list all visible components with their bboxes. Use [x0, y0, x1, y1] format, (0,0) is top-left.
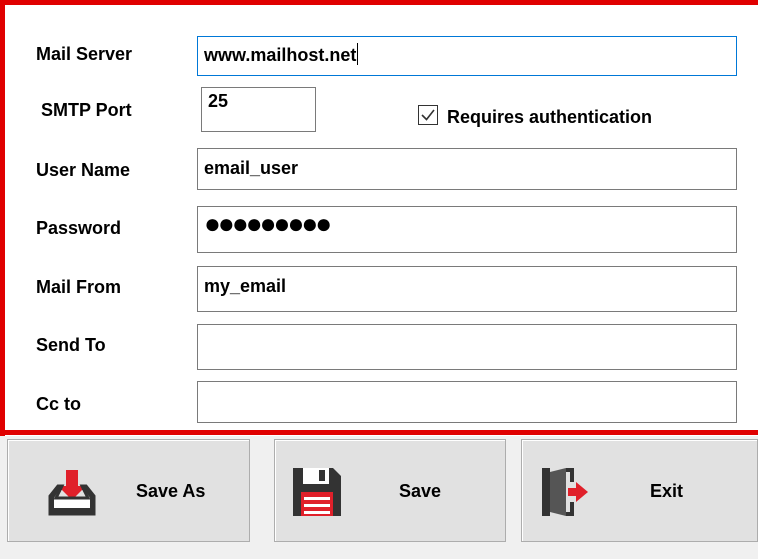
save-as-button[interactable]: Save As — [7, 439, 250, 542]
password-input[interactable]: ●●●●●●●●● — [197, 206, 737, 253]
requires-auth-label[interactable]: Requires authentication — [447, 106, 652, 128]
highlight-frame-bottom — [0, 430, 758, 435]
cc-to-input[interactable] — [197, 381, 737, 423]
save-label: Save — [399, 481, 442, 501]
exit-button[interactable]: Exit — [521, 439, 758, 542]
send-to-input[interactable] — [197, 324, 737, 370]
mail-server-value: www.mailhost.net — [204, 45, 357, 65]
mail-from-label: Mail From — [36, 277, 122, 297]
user-name-value: email_user — [204, 158, 299, 178]
save-as-label: Save As — [136, 481, 206, 501]
floppy-disk-icon — [293, 468, 341, 516]
smtp-port-value: 25 — [208, 91, 229, 111]
password-mask: ●●●●●●●●● — [204, 208, 332, 239]
highlight-frame-top — [0, 0, 758, 5]
smtp-port-label: SMTP Port — [41, 100, 132, 120]
cc-to-label: Cc to — [36, 394, 81, 414]
send-to-label: Send To — [36, 335, 106, 355]
checkmark-icon — [421, 109, 435, 121]
user-name-input[interactable]: email_user — [197, 148, 737, 190]
mail-server-input[interactable]: www.mailhost.net — [197, 36, 737, 76]
user-name-label: User Name — [36, 160, 131, 180]
mail-from-value: my_email — [204, 276, 287, 296]
password-label: Password — [36, 218, 122, 238]
mail-from-input[interactable]: my_email — [197, 266, 737, 312]
save-button[interactable]: Save — [274, 439, 506, 542]
highlight-frame-left — [0, 0, 5, 436]
mail-server-label: Mail Server — [36, 44, 133, 64]
smtp-port-input[interactable]: 25 — [201, 87, 316, 132]
exit-label: Exit — [650, 481, 684, 501]
mail-settings-form: Mail Server www.mailhost.net SMTP Port 2… — [0, 0, 758, 436]
requires-auth-checkbox[interactable] — [418, 105, 438, 125]
exit-door-icon — [542, 468, 588, 516]
text-caret — [357, 43, 359, 65]
download-tray-icon — [48, 470, 96, 516]
